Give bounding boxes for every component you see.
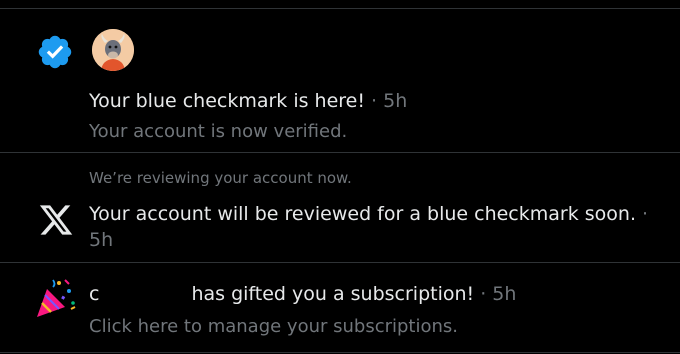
x-logo-icon (37, 202, 75, 242)
title-text: Your account will be reviewed for a blue… (89, 203, 636, 225)
separator: · (365, 90, 384, 112)
notification-subtitle[interactable]: Click here to manage your subscriptions. (89, 316, 458, 337)
separator: · (635, 203, 649, 225)
separator: · (474, 283, 493, 305)
username-fragment[interactable]: c (89, 283, 99, 305)
bull-avatar[interactable] (92, 29, 134, 71)
notification-title: c has gifted you a subscription! · 5h (89, 283, 516, 305)
title-text: Your blue checkmark is here! (89, 90, 365, 112)
notification-review[interactable]: We’re reviewing your account now. Your a… (0, 153, 680, 262)
notification-verified[interactable]: Your blue checkmark is here! · 5h Your a… (0, 9, 680, 152)
notification-title: Your account will be reviewed for a blue… (89, 203, 648, 225)
timestamp: 5h (89, 229, 114, 251)
notification-feed: Your blue checkmark is here! · 5h Your a… (0, 0, 680, 354)
party-popper-icon (35, 277, 77, 323)
timestamp: 5h (383, 90, 408, 112)
divider (0, 352, 680, 353)
notification-subtitle: Your account is now verified. (89, 121, 348, 142)
verified-badge-icon (36, 33, 74, 75)
notification-gift[interactable]: c has gifted you a subscription! · 5h Cli… (0, 263, 680, 354)
notification-title: Your blue checkmark is here! · 5h (89, 90, 407, 112)
timestamp: 5h (492, 283, 517, 305)
title-text: has gifted you a subscription! (191, 283, 475, 305)
notification-context: We’re reviewing your account now. (89, 169, 352, 187)
